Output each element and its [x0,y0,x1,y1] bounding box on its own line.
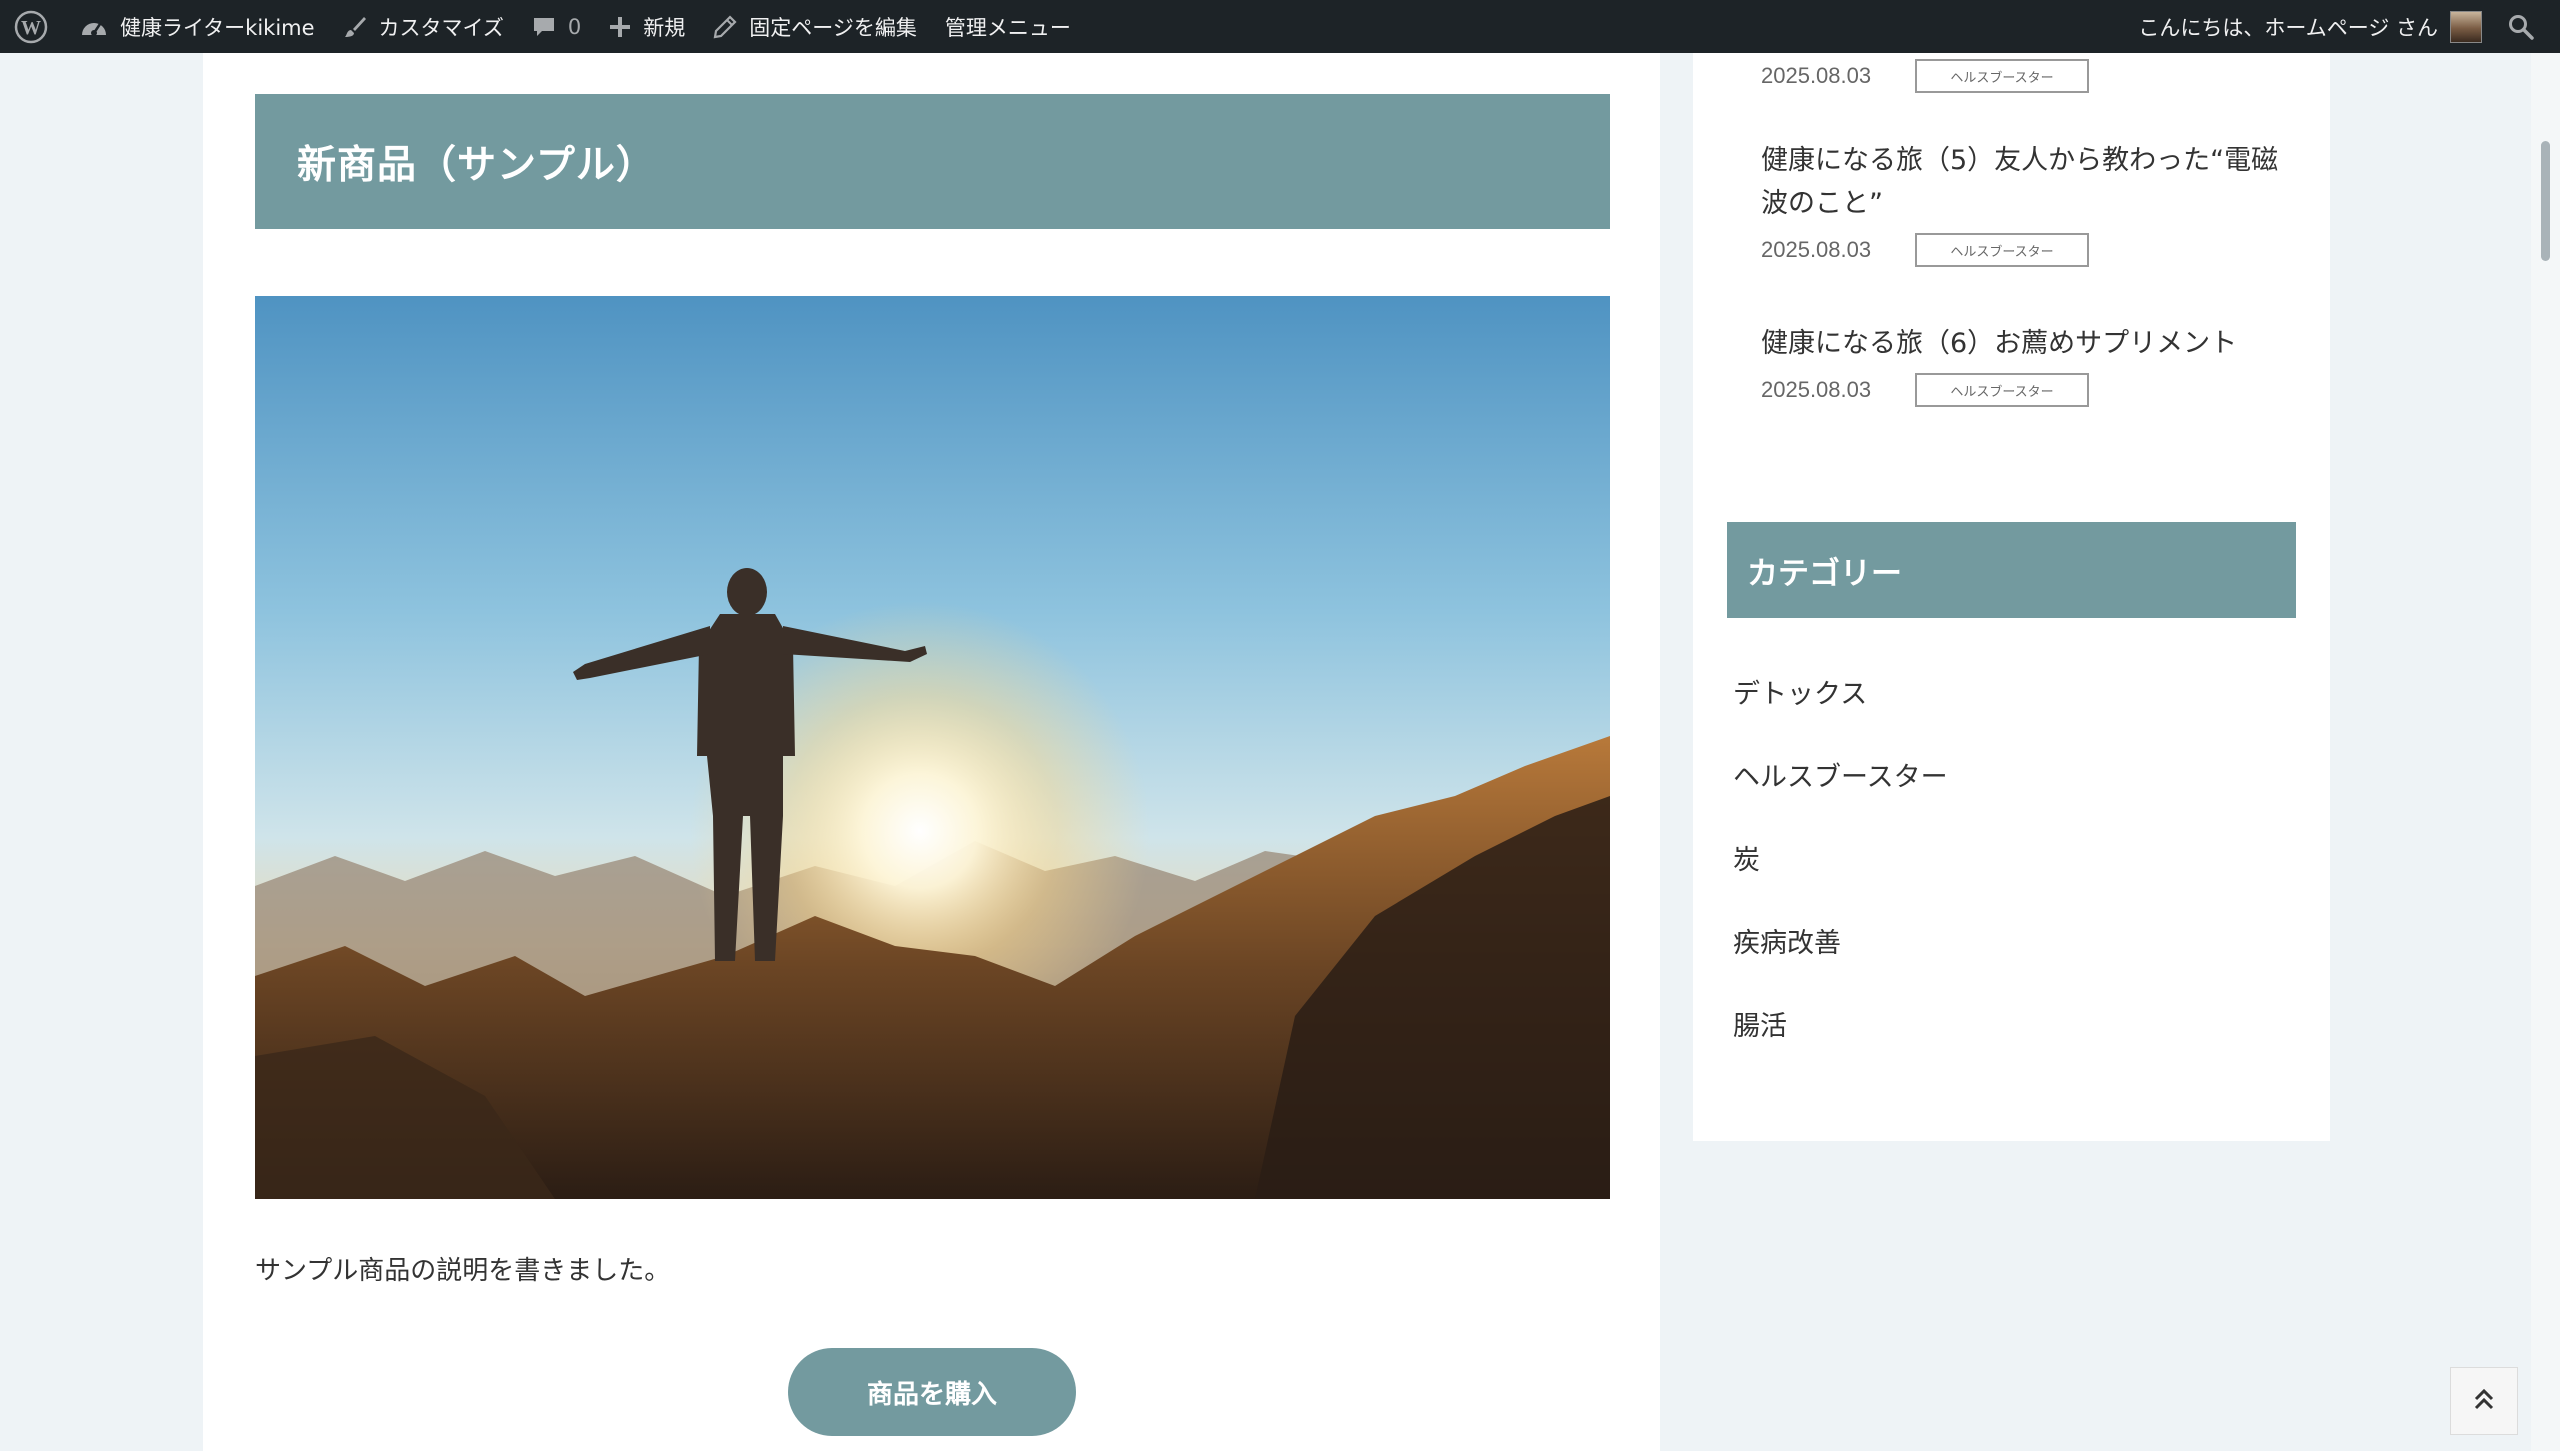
post-title[interactable]: 健康になる旅（5）友人から教わった“電磁波のこと” [1761,139,2281,225]
wordpress-logo-icon: W [14,10,48,44]
post-title[interactable]: 健康になる旅（6）お薦めサプリメント [1761,322,2281,365]
post-category-tag[interactable]: ヘルスブースター [1915,233,2089,267]
plus-icon [609,16,631,38]
post-date: 2025.08.03 [1761,377,1872,402]
customize-label: カスタマイズ [378,15,504,40]
double-chevron-up-icon [2471,1386,2497,1416]
svg-text:W: W [21,17,41,39]
product-description: サンプル商品の説明を書きました。 [255,1256,671,1286]
sidebar: 2025.08.03 ヘルスブースター 健康になる旅（5）友人から教わった“電磁… [1693,53,2330,1141]
edit-page-menu[interactable]: 固定ページを編集 [699,0,931,53]
categories-heading: カテゴリー [1727,522,2296,618]
comments-menu[interactable]: 0 [518,0,595,53]
category-link[interactable]: ヘルスブースター [1733,736,1948,819]
post-date: 2025.08.03 [1761,237,1872,262]
category-link[interactable]: デトックス [1733,653,1948,736]
recent-post-item[interactable]: 2025.08.03 ヘルスブースター [1761,59,2281,93]
edit-page-label: 固定ページを編集 [749,15,917,40]
dashboard-icon [80,15,108,39]
new-content-menu[interactable]: 新規 [595,0,699,53]
categories-heading-label: カテゴリー [1747,555,1902,592]
back-to-top-button[interactable] [2450,1367,2518,1435]
admin-menu-label: 管理メニュー [944,15,1071,40]
site-name-menu[interactable]: 健康ライターkikime [66,0,329,53]
my-account-menu[interactable]: こんにちは、ホームページ さん [2124,0,2482,53]
main-content: 新商品（サンプル） サンプル商品の説明を書きました。 商品を購入 [203,53,1660,1451]
search-button[interactable] [2482,0,2560,53]
post-date: 2025.08.03 [1761,63,1872,88]
search-icon [2508,14,2534,40]
wordpress-menu[interactable]: W [0,0,66,53]
category-link[interactable]: 腸活 [1733,985,1948,1068]
post-category-tag[interactable]: ヘルスブースター [1915,373,2089,407]
category-link[interactable]: 疾病改善 [1733,902,1948,985]
recent-post-item[interactable]: 健康になる旅（5）友人から教わった“電磁波のこと” 2025.08.03 ヘルス… [1761,139,2281,267]
avatar [2450,10,2482,43]
new-label: 新規 [643,15,686,40]
admin-bar: W 健康ライターkikime カスタマイズ 0 新規 固定ページを編集 管理メニ… [0,0,2560,53]
recent-post-item[interactable]: 健康になる旅（6）お薦めサプリメント 2025.08.03 ヘルスブースター [1761,322,2281,407]
category-link[interactable]: 炭 [1733,819,1948,902]
site-name-label: 健康ライターkikime [120,15,315,40]
scrollbar-thumb[interactable] [2541,141,2550,261]
admin-menu[interactable]: 管理メニュー [931,0,1085,53]
greeting-text: こんにちは、ホームページ さん [2138,15,2438,40]
buy-product-button[interactable]: 商品を購入 [788,1348,1076,1436]
customize-menu[interactable]: カスタマイズ [329,0,518,53]
page-title: 新商品（サンプル） [297,142,656,188]
comment-icon [532,15,556,39]
brush-icon [343,15,367,39]
category-list: デトックス ヘルスブースター 炭 疾病改善 腸活 [1733,653,1948,1068]
page-scrollbar[interactable] [2531,53,2560,1451]
comments-count: 0 [567,14,582,39]
page-title-block: 新商品（サンプル） [255,94,1610,229]
post-category-tag[interactable]: ヘルスブースター [1915,59,2089,93]
pencil-icon [713,14,737,39]
hero-image [255,296,1610,1199]
